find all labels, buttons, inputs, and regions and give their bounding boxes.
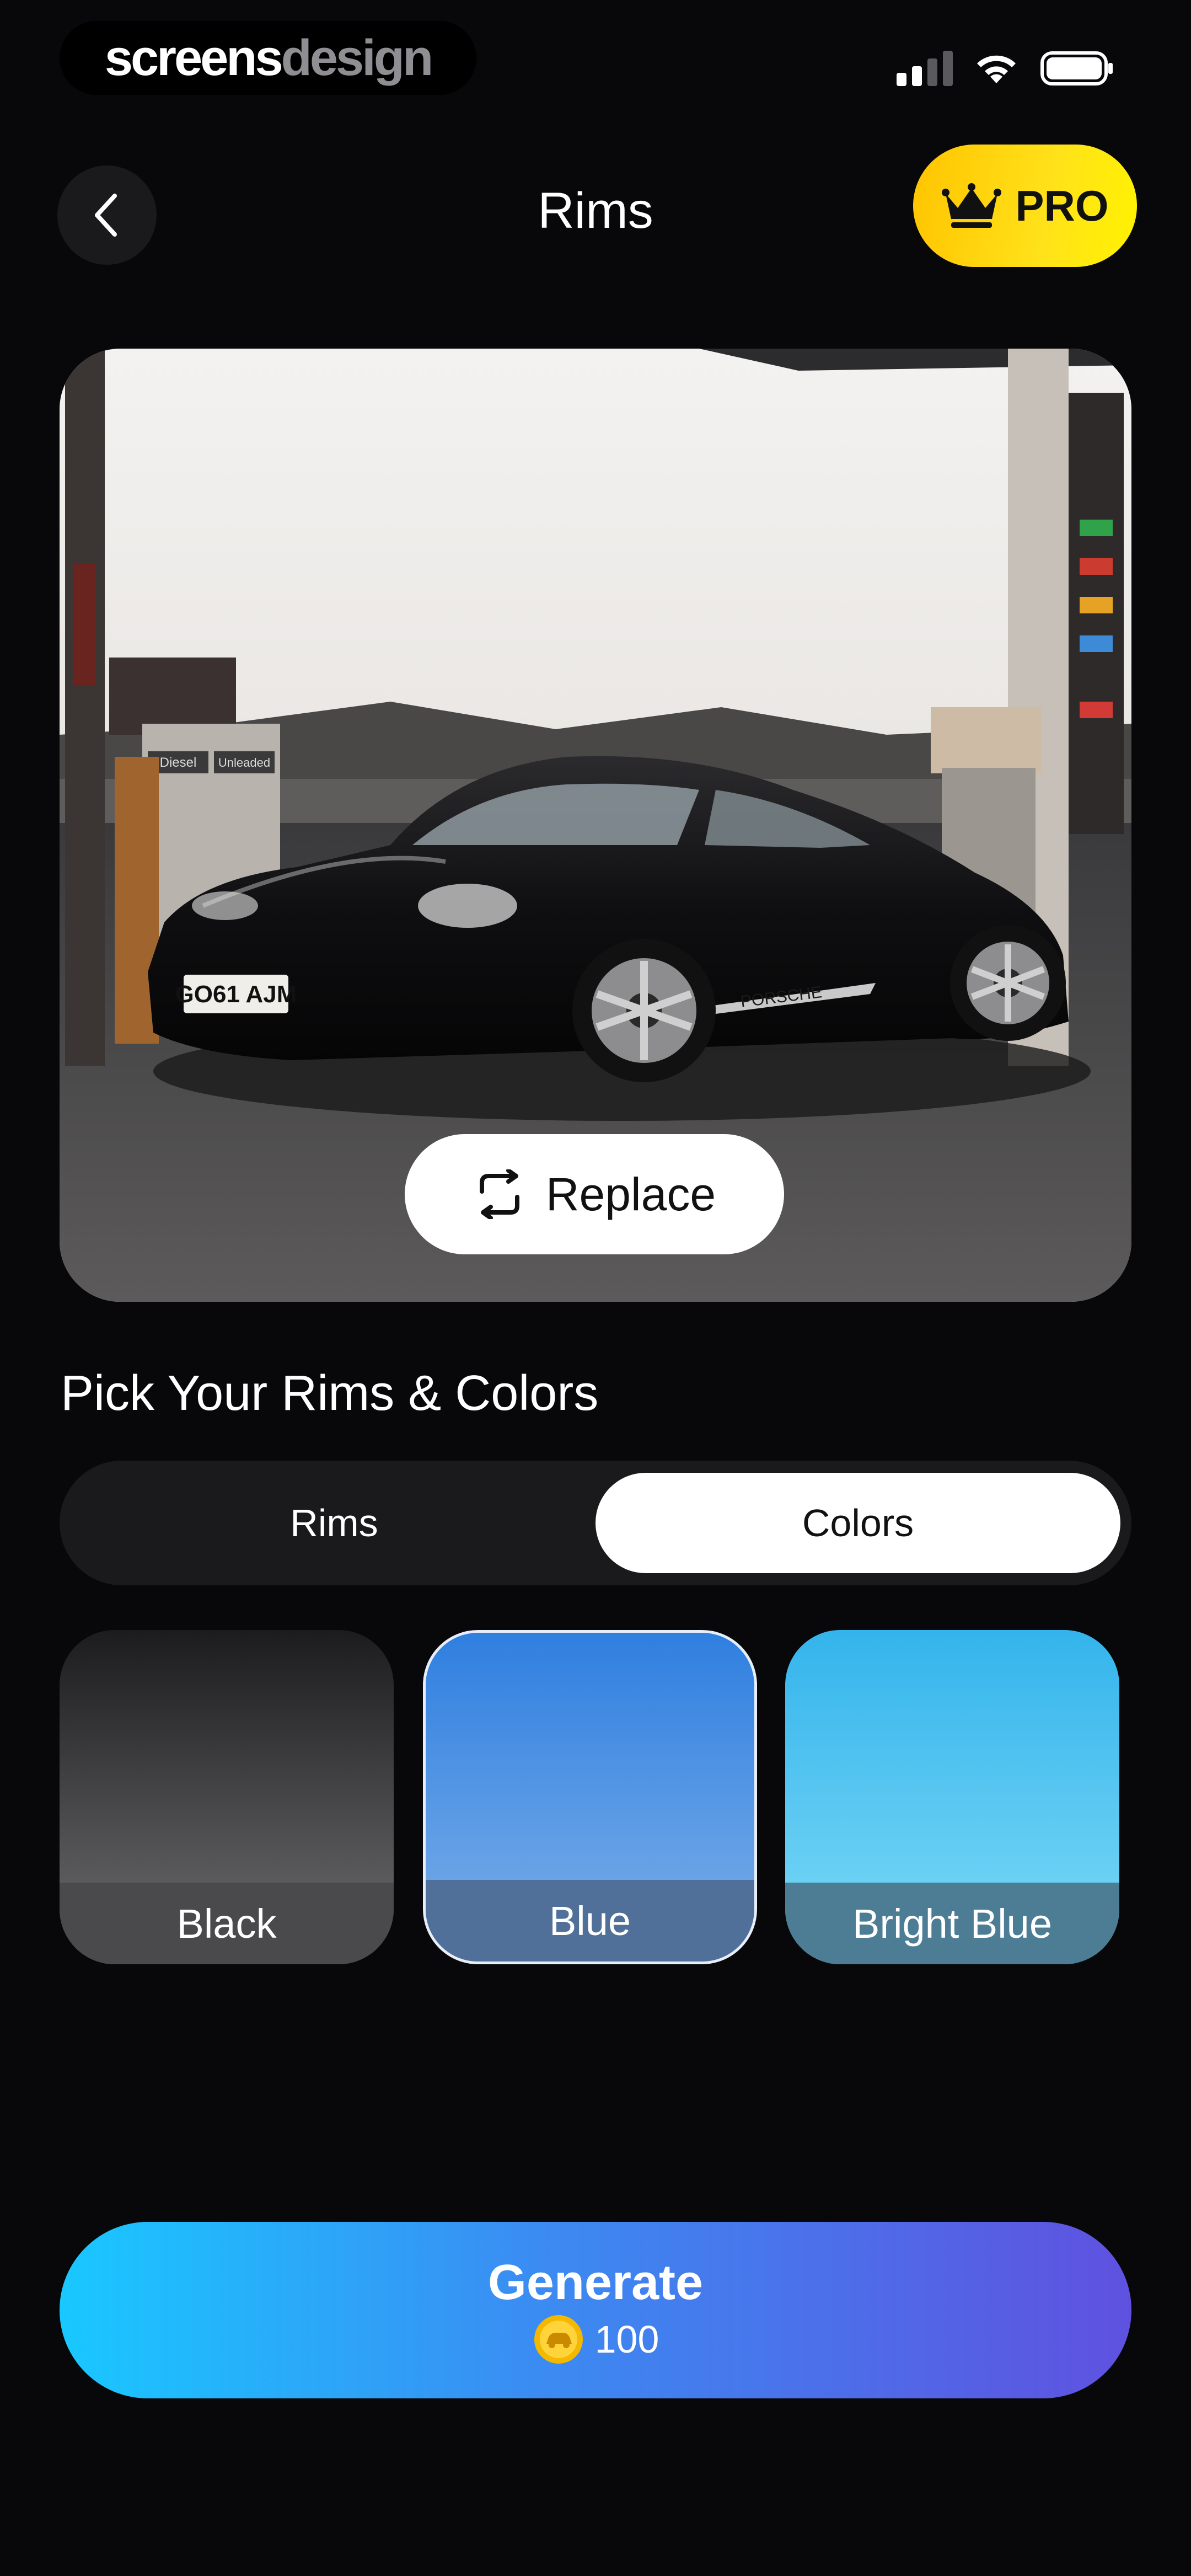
section-title: Pick Your Rims & Colors [61,1366,599,1421]
pro-label: PRO [1015,181,1109,230]
license-plate: GO61 AJM [175,981,297,1008]
rims-colors-tabs: Rims Colors [60,1461,1131,1585]
color-label-blue: Blue [426,1880,754,1962]
brand-part-1: screens [104,29,283,86]
status-bar [897,49,1114,88]
tab-rims-label: Rims [290,1501,378,1544]
color-label-bright-blue: Bright Blue [785,1883,1119,1964]
pump-label-diesel: Diesel [160,755,197,770]
color-option-bright-blue[interactable]: Bright Blue [785,1630,1119,1964]
coin-icon [534,2315,583,2364]
generate-label: Generate [487,2255,704,2311]
tab-rims[interactable]: Rims [72,1473,597,1573]
color-label-black: Black [60,1883,394,1964]
color-option-black[interactable]: Black [60,1630,394,1964]
pump-label-unleaded: Unleaded [218,756,270,769]
color-option-blue[interactable]: Blue [423,1630,757,1964]
crown-icon [942,183,1002,228]
replace-button[interactable]: Replace [405,1134,784,1254]
generate-button[interactable]: Generate 100 [60,2222,1131,2398]
replace-icon [479,1169,519,1219]
cost-value: 100 [594,2317,659,2361]
brand-part-2: design [281,29,433,86]
replace-label: Replace [545,1168,716,1220]
brand-logo: screens design [60,21,476,95]
wifi-icon [977,55,1016,83]
signal-icon [897,51,953,86]
tab-colors-label: Colors [802,1501,914,1544]
battery-icon [1040,51,1113,85]
generate-cost: 100 [532,2313,659,2366]
tab-colors[interactable]: Colors [596,1473,1120,1573]
pro-button[interactable]: PRO [913,145,1137,267]
